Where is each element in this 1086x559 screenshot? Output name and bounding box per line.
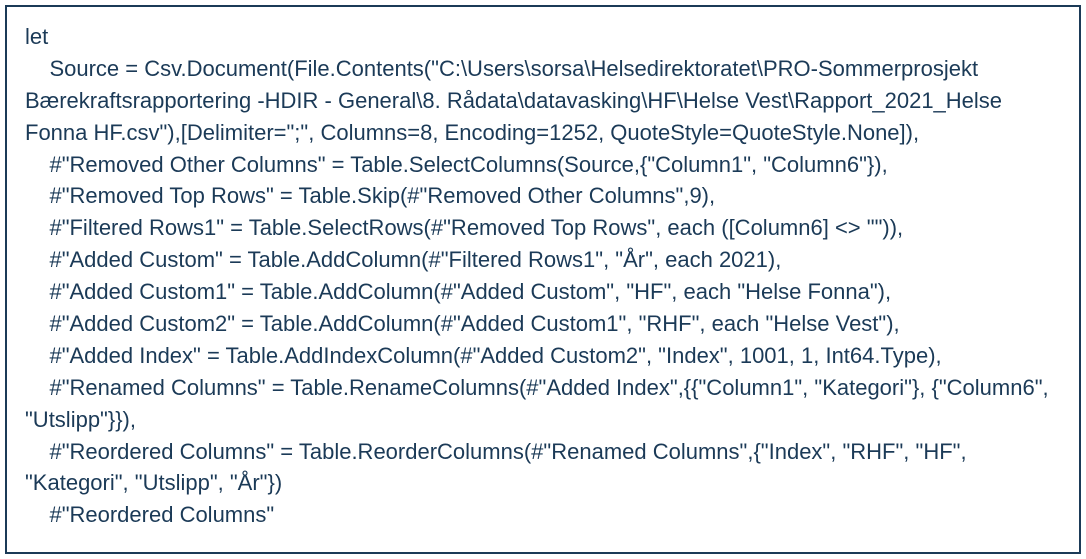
- code-line-reordered: #"Reordered Columns" = Table.ReorderColu…: [25, 436, 1061, 500]
- code-line-filtered: #"Filtered Rows1" = Table.SelectRows(#"R…: [25, 212, 1061, 244]
- code-line-let: let: [25, 21, 1061, 53]
- code-line-removed-other: #"Removed Other Columns" = Table.SelectC…: [25, 149, 1061, 181]
- code-line-renamed: #"Renamed Columns" = Table.RenameColumns…: [25, 372, 1061, 436]
- code-line-added-custom2: #"Added Custom2" = Table.AddColumn(#"Add…: [25, 308, 1061, 340]
- code-line-added-index: #"Added Index" = Table.AddIndexColumn(#"…: [25, 340, 1061, 372]
- code-line-added-custom1: #"Added Custom1" = Table.AddColumn(#"Add…: [25, 276, 1061, 308]
- code-line-added-custom: #"Added Custom" = Table.AddColumn(#"Filt…: [25, 244, 1061, 276]
- code-line-removed-top: #"Removed Top Rows" = Table.Skip(#"Remov…: [25, 180, 1061, 212]
- code-line-output: #"Reordered Columns": [25, 499, 1061, 531]
- code-container: let Source = Csv.Document(File.Contents(…: [5, 5, 1081, 554]
- code-line-source: Source = Csv.Document(File.Contents("C:\…: [25, 53, 1061, 149]
